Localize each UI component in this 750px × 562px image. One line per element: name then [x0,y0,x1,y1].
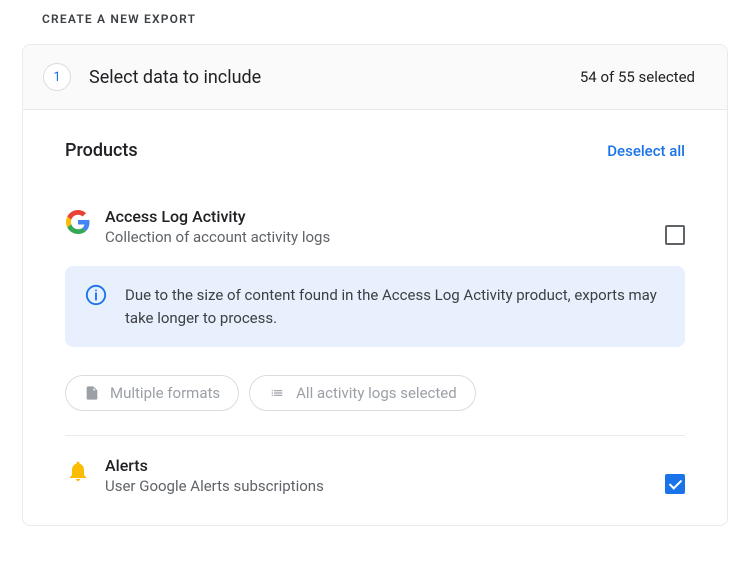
product-name: Access Log Activity [105,207,330,226]
product-text: Alerts User Google Alerts subscriptions [105,456,324,495]
product-text: Access Log Activity Collection of accoun… [105,207,330,246]
step-header-left: 1 Select data to include [43,63,261,91]
deselect-all-button[interactable]: Deselect all [607,142,685,160]
info-banner: Due to the size of content found in the … [65,266,685,347]
step-card: 1 Select data to include 54 of 55 select… [22,44,728,526]
chips-row: Multiple formats All activity logs selec… [65,375,685,411]
step-header: 1 Select data to include 54 of 55 select… [23,45,727,110]
content-chip[interactable]: All activity logs selected [249,375,476,411]
info-banner-text: Due to the size of content found in the … [125,284,665,329]
product-info: Access Log Activity Collection of accoun… [65,207,330,246]
selection-count: 54 of 55 selected [580,68,695,86]
section-body: Products Deselect all Access Log Activit… [23,110,727,525]
product-checkbox-access-log[interactable] [665,225,685,245]
product-name: Alerts [105,456,324,475]
info-icon [85,284,107,310]
product-description: Collection of account activity logs [105,228,330,246]
google-g-icon [65,209,91,235]
section-header: Products Deselect all [65,140,685,161]
formats-chip[interactable]: Multiple formats [65,375,239,411]
product-divider [65,435,685,436]
product-row-access-log: Access Log Activity Collection of accoun… [65,207,685,246]
chip-label: Multiple formats [110,384,220,402]
list-icon [268,386,286,400]
product-row-alerts: Alerts User Google Alerts subscriptions [65,456,685,495]
page-heading: CREATE A NEW EXPORT [0,0,750,44]
step-number-badge: 1 [43,63,71,91]
section-title: Products [65,140,138,161]
product-checkbox-alerts[interactable] [665,474,685,494]
chip-label: All activity logs selected [296,384,457,402]
file-icon [84,384,100,402]
product-info: Alerts User Google Alerts subscriptions [65,456,324,495]
product-description: User Google Alerts subscriptions [105,477,324,495]
bell-icon [65,458,91,484]
step-title: Select data to include [89,67,261,88]
